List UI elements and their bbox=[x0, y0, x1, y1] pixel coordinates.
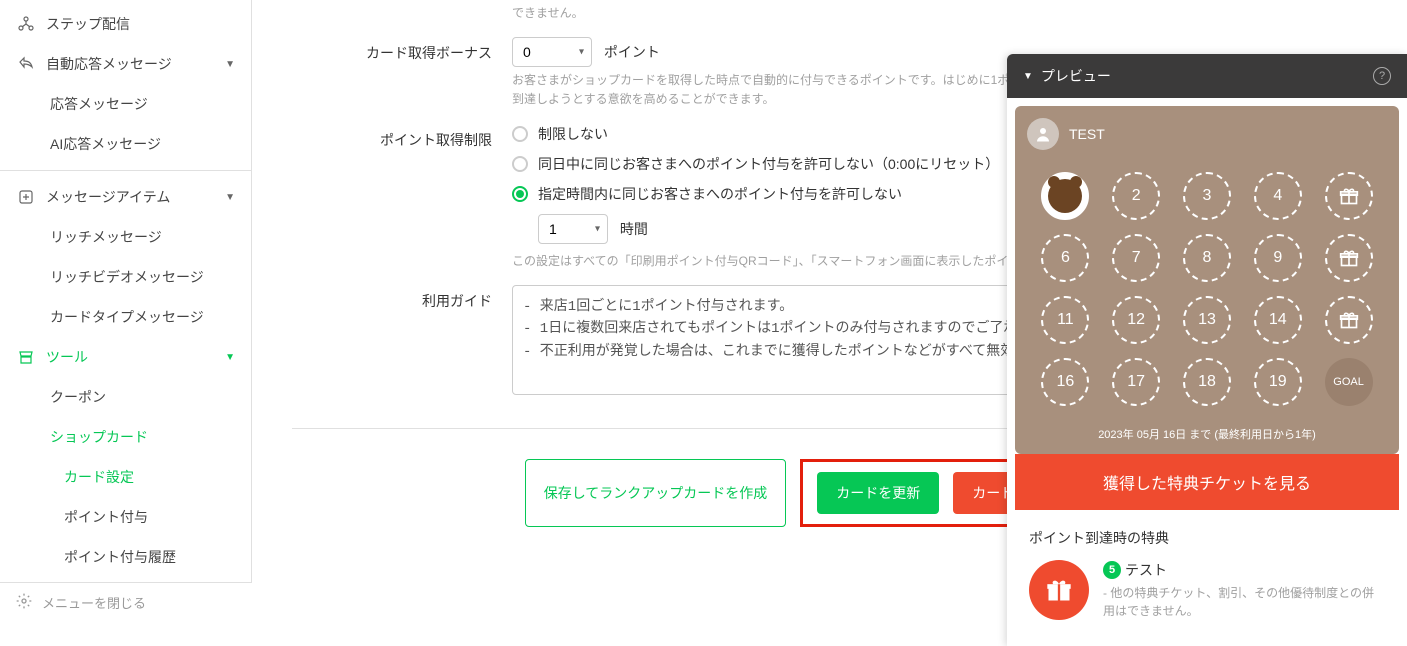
stamp: 14 bbox=[1254, 296, 1302, 344]
stamp bbox=[1325, 172, 1373, 220]
reward-number: 5 bbox=[1103, 561, 1121, 579]
card-name: TEST bbox=[1069, 126, 1105, 142]
label-point-limit: ポイント取得制限 bbox=[292, 124, 512, 271]
stamp: 19 bbox=[1254, 358, 1302, 406]
nav-auto-reply[interactable]: 自動応答メッセージ ▼ bbox=[0, 44, 251, 84]
radio-icon bbox=[512, 126, 528, 142]
stamp: 3 bbox=[1183, 172, 1231, 220]
radio-label: 指定時間内に同じお客さまへのポイント付与を許可しない bbox=[538, 184, 902, 204]
gift-icon bbox=[1029, 560, 1089, 620]
stamp bbox=[1325, 296, 1373, 344]
nav-rich-msg[interactable]: リッチメッセージ bbox=[0, 217, 251, 257]
nav-ai-reply-msg[interactable]: AI応答メッセージ bbox=[0, 124, 251, 164]
nav-coupon[interactable]: クーポン bbox=[0, 377, 251, 417]
divider bbox=[0, 170, 251, 171]
radio-label: 同日中に同じお客さまへのポイント付与を許可しない（0:00にリセット） bbox=[538, 154, 999, 174]
nav-label: カード設定 bbox=[64, 467, 134, 487]
nav-point-grant[interactable]: ポイント付与 bbox=[0, 497, 251, 537]
hierarchy-icon bbox=[16, 16, 36, 32]
stamp: 4 bbox=[1254, 172, 1302, 220]
nav-card-settings[interactable]: カード設定 bbox=[0, 457, 251, 497]
nav-label: AI応答メッセージ bbox=[50, 134, 161, 154]
nav-label: ポイント付与 bbox=[64, 507, 148, 527]
reward-badge: 5 テスト bbox=[1103, 560, 1167, 580]
stamp: 18 bbox=[1183, 358, 1231, 406]
avatar bbox=[1027, 118, 1059, 150]
card-expiry: 2023年 05月 16日 まで (最終利用日から1年) bbox=[1015, 422, 1399, 454]
nav-point-history[interactable]: ポイント付与履歴 bbox=[0, 537, 251, 577]
preview-panel: ▼ プレビュー ? TEST 234 6789 11 12 13 14 16 17 18 19 GO… bbox=[1007, 54, 1407, 646]
nav-rich-video-msg[interactable]: リッチビデオメッセージ bbox=[0, 257, 251, 297]
hours-unit: 時間 bbox=[620, 221, 648, 237]
nav-label: クーポン bbox=[50, 387, 106, 407]
chevron-down-icon: ▼ bbox=[225, 192, 235, 203]
stamp: 17 bbox=[1112, 358, 1160, 406]
nav-shop-card[interactable]: ショップカード bbox=[0, 417, 251, 457]
label-usage-guide: 利用ガイド bbox=[292, 285, 512, 398]
chevron-down-icon: ▼ bbox=[225, 59, 235, 70]
reply-icon bbox=[16, 56, 36, 72]
nav-label: ステップ配信 bbox=[46, 14, 130, 34]
hours-select[interactable]: 1 bbox=[538, 214, 608, 244]
collapse-menu[interactable]: メニューを閉じる bbox=[0, 582, 252, 622]
chevron-down-icon: ▼ bbox=[225, 352, 235, 363]
update-card-button[interactable]: カードを更新 bbox=[817, 472, 939, 514]
reward-item: 5 テスト - 他の特典チケット、割引、その他優待制度との併用はできません。 bbox=[1029, 560, 1385, 620]
stamp bbox=[1325, 234, 1373, 282]
help-text: できません。 bbox=[512, 4, 1367, 23]
nav-label: ポイント付与履歴 bbox=[64, 547, 176, 567]
nav-label: 自動応答メッセージ bbox=[46, 54, 172, 74]
preview-header[interactable]: ▼ プレビュー ? bbox=[1007, 54, 1407, 98]
sidebar: ステップ配信 自動応答メッセージ ▼ 応答メッセージ AI応答メッセージ メッセ… bbox=[0, 0, 252, 622]
preview-body: TEST 234 6789 11 12 13 14 16 17 18 19 GOAL 2023年 0… bbox=[1007, 98, 1407, 646]
stamp: 12 bbox=[1112, 296, 1160, 344]
label-card-bonus: カード取得ボーナス bbox=[292, 37, 512, 109]
radio-icon bbox=[512, 156, 528, 172]
nav-message-items[interactable]: メッセージアイテム ▼ bbox=[0, 177, 251, 217]
bonus-select[interactable]: 0 bbox=[512, 37, 592, 67]
help-icon[interactable]: ? bbox=[1373, 67, 1391, 85]
nav-label: ショップカード bbox=[50, 427, 148, 447]
nav-label: リッチビデオメッセージ bbox=[50, 267, 204, 287]
plus-box-icon bbox=[16, 189, 36, 205]
stamp: 8 bbox=[1183, 234, 1231, 282]
collapse-label: メニューを閉じる bbox=[42, 593, 146, 612]
radio-label: 制限しない bbox=[538, 124, 608, 144]
radio-icon bbox=[512, 186, 528, 202]
nav-reply-msg[interactable]: 応答メッセージ bbox=[0, 84, 251, 124]
stamp: 16 bbox=[1041, 358, 1089, 406]
view-tickets-button[interactable]: 獲得した特典チケットを見る bbox=[1015, 454, 1399, 510]
bonus-unit: ポイント bbox=[604, 44, 660, 60]
stamp: 6 bbox=[1041, 234, 1089, 282]
nav-tools[interactable]: ツール ▼ bbox=[0, 337, 251, 377]
save-rankup-button[interactable]: 保存してランクアップカードを作成 bbox=[525, 459, 787, 527]
nav-step-delivery[interactable]: ステップ配信 bbox=[0, 4, 251, 44]
reward-section: ポイント到達時の特典 5 テスト - 他の特典チケット、割引、その他優待制度との… bbox=[1015, 510, 1399, 638]
stamp: 13 bbox=[1183, 296, 1231, 344]
reward-heading: ポイント到達時の特典 bbox=[1029, 528, 1385, 548]
nav-label: ツール bbox=[46, 347, 88, 367]
stamp: 2 bbox=[1112, 172, 1160, 220]
nav-label: 応答メッセージ bbox=[50, 94, 148, 114]
stamp: 7 bbox=[1112, 234, 1160, 282]
nav-card-type-msg[interactable]: カードタイプメッセージ bbox=[0, 297, 251, 337]
stamp: 9 bbox=[1254, 234, 1302, 282]
collapse-icon: ▼ bbox=[1023, 71, 1033, 82]
reward-desc: - 他の特典チケット、割引、その他優待制度との併用はできません。 bbox=[1103, 584, 1385, 620]
stamp bbox=[1041, 172, 1089, 220]
stamps-grid: 234 6789 11 12 13 14 16 17 18 19 GOAL bbox=[1015, 162, 1399, 422]
nav-label: リッチメッセージ bbox=[50, 227, 162, 247]
store-icon bbox=[16, 349, 36, 365]
gear-icon bbox=[16, 593, 32, 612]
nav-label: カードタイプメッセージ bbox=[50, 307, 204, 327]
preview-title: プレビュー bbox=[1041, 66, 1111, 86]
stamp: GOAL bbox=[1325, 358, 1373, 406]
shop-card-preview: TEST 234 6789 11 12 13 14 16 17 18 19 GOAL 2023年 0… bbox=[1015, 106, 1399, 454]
reward-name: テスト bbox=[1125, 560, 1167, 580]
stamp: 11 bbox=[1041, 296, 1089, 344]
nav-label: メッセージアイテム bbox=[46, 187, 170, 207]
